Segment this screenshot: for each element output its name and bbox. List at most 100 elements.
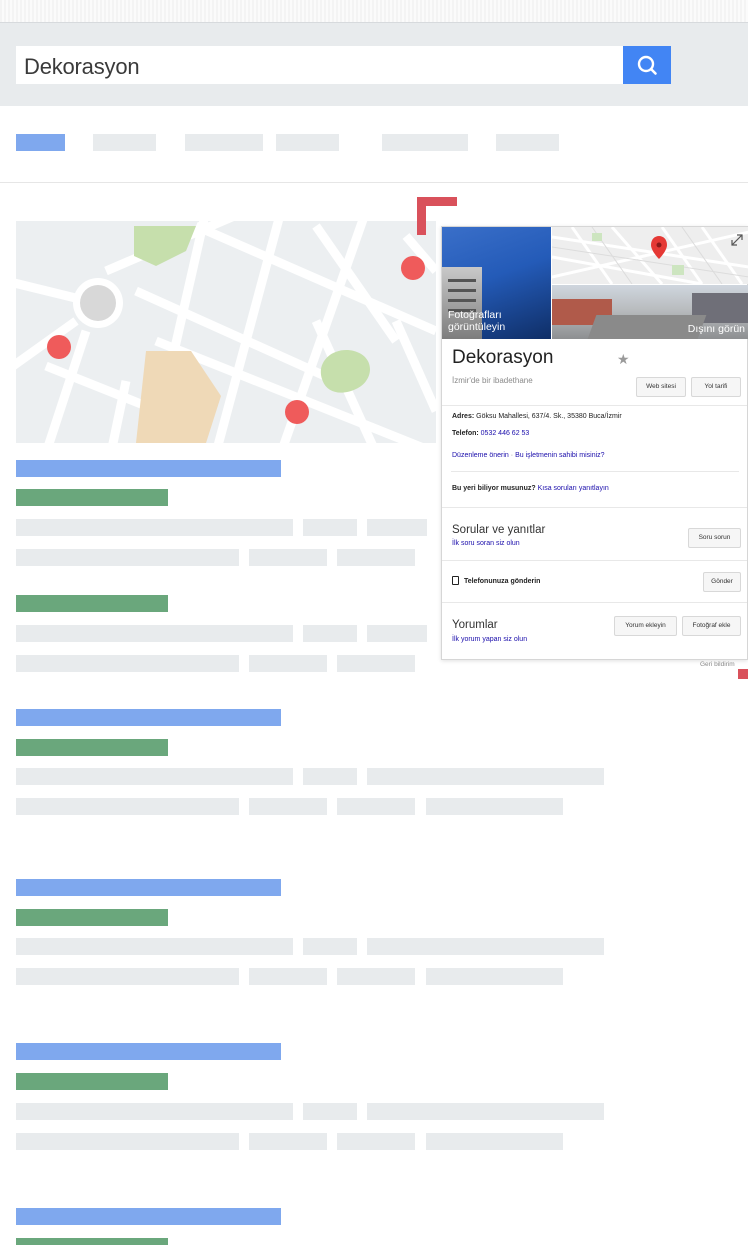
snippet-placeholder — [367, 1103, 604, 1120]
snippet-placeholder — [426, 968, 563, 985]
send-to-phone-label: Telefonunuza gönderin — [463, 578, 541, 585]
tab-all-placeholder[interactable] — [16, 134, 65, 151]
website-button[interactable]: Web sitesi — [636, 377, 686, 397]
phone-row: Telefon: 0532 446 62 53 — [452, 430, 529, 437]
snippet-placeholder — [337, 549, 415, 566]
ask-question-button[interactable]: Soru sorun — [688, 528, 741, 548]
snippet-placeholder — [426, 798, 563, 815]
tab-placeholder[interactable] — [496, 134, 559, 151]
result-url-placeholder — [16, 489, 168, 506]
snippet-placeholder — [337, 1133, 415, 1150]
know-place-row: Bu yeri biliyor musunuz? Kısa soruları y… — [452, 485, 609, 492]
search-results-page: Dekorasyon Fotoğrafları görüntüleyin Dış… — [0, 0, 748, 1245]
panel-map-thumbnail[interactable] — [552, 227, 748, 284]
snippet-placeholder — [16, 519, 293, 536]
map-graphic — [16, 221, 436, 443]
send-button[interactable]: Gönder — [703, 572, 741, 592]
reviews-link[interactable]: İlk yorum yapan siz olun — [452, 636, 527, 643]
snippet-placeholder — [426, 1133, 563, 1150]
snippet-placeholder — [16, 1103, 293, 1120]
business-knowledge-panel: Fotoğrafları görüntüleyin Dışını görün D… — [441, 226, 748, 660]
search-input[interactable]: Dekorasyon — [16, 46, 623, 84]
snippet-placeholder — [337, 655, 415, 672]
own-business-link[interactable]: Bu işletmenin sahibi misiniz? — [515, 452, 604, 459]
result-url-placeholder — [16, 595, 168, 612]
highlight-corner-bottom-right — [738, 669, 748, 679]
divider — [442, 507, 747, 508]
phone-link[interactable]: 0532 446 62 53 — [481, 430, 530, 437]
snippet-placeholder — [303, 768, 357, 785]
see-outside-caption[interactable]: Dışını görün — [688, 323, 745, 335]
snippet-placeholder — [337, 798, 415, 815]
link-separator: · — [510, 452, 514, 459]
result-title-placeholder[interactable] — [16, 1043, 281, 1060]
result-title-placeholder[interactable] — [16, 709, 281, 726]
snippet-placeholder — [16, 655, 239, 672]
snippet-placeholder — [303, 625, 357, 642]
business-name: Dekorasyon — [452, 347, 554, 368]
result-title-placeholder[interactable] — [16, 460, 281, 477]
search-button[interactable] — [623, 46, 671, 84]
address-value: Göksu Mahallesi, 637/4. Sk., 35380 Buca/… — [476, 413, 622, 420]
divider — [442, 560, 747, 561]
phone-label: Telefon: — [452, 430, 479, 437]
divider — [451, 471, 739, 472]
divider — [442, 602, 747, 603]
divider — [442, 405, 747, 406]
know-place-link[interactable]: Kısa soruları yanıtlayın — [538, 485, 609, 492]
qa-title: Sorular ve yanıtlar — [452, 524, 546, 536]
snippet-placeholder — [367, 625, 427, 642]
star-icon[interactable]: ★ — [617, 351, 630, 368]
snippet-placeholder — [303, 938, 357, 955]
search-query-text: Dekorasyon — [24, 54, 140, 79]
snippet-placeholder — [16, 549, 239, 566]
snippet-placeholder — [16, 938, 293, 955]
add-photo-button[interactable]: Fotoğraf ekle — [682, 616, 741, 636]
send-to-phone-row[interactable]: Telefonunuza gönderin — [452, 576, 540, 585]
address-row: Adres: Göksu Mahallesi, 637/4. Sk., 3538… — [452, 413, 622, 420]
business-photo[interactable]: Fotoğrafları görüntüleyin — [442, 227, 551, 339]
search-icon — [637, 55, 657, 75]
snippet-placeholder — [249, 968, 327, 985]
snippet-placeholder — [367, 938, 604, 955]
snippet-placeholder — [367, 519, 427, 536]
mini-map-graphic — [552, 227, 748, 284]
snippet-placeholder — [249, 798, 327, 815]
browser-top-strip — [0, 0, 748, 22]
view-photos-caption[interactable]: Fotoğrafları görüntüleyin — [448, 309, 551, 333]
snippet-placeholder — [16, 968, 239, 985]
result-url-placeholder — [16, 739, 168, 756]
qa-link[interactable]: İlk soru soran siz olun — [452, 540, 520, 547]
directions-button[interactable]: Yol tarifi — [691, 377, 741, 397]
map-pin-icon[interactable] — [285, 400, 309, 424]
result-url-placeholder — [16, 1238, 168, 1245]
search-header: Dekorasyon — [0, 22, 748, 106]
snippet-placeholder — [16, 768, 293, 785]
add-review-button[interactable]: Yorum ekleyin — [614, 616, 677, 636]
result-title-placeholder[interactable] — [16, 879, 281, 896]
snippet-placeholder — [367, 768, 604, 785]
business-category: İzmir'de bir ibadethane — [452, 376, 533, 385]
know-place-question: Bu yeri biliyor musunuz? — [452, 485, 536, 492]
snippet-placeholder — [249, 655, 327, 672]
snippet-placeholder — [16, 1133, 239, 1150]
result-url-placeholder — [16, 1073, 168, 1090]
tab-placeholder[interactable] — [382, 134, 468, 151]
phone-send-icon — [452, 576, 459, 585]
reviews-title: Yorumlar — [452, 619, 498, 631]
tab-placeholder[interactable] — [93, 134, 156, 151]
result-url-placeholder — [16, 909, 168, 926]
suggest-edit-link[interactable]: Düzenleme önerin — [452, 452, 509, 459]
street-view-photo[interactable]: Dışını görün — [552, 285, 748, 339]
snippet-placeholder — [16, 798, 239, 815]
map-pin-icon[interactable] — [401, 256, 425, 280]
snippet-placeholder — [249, 549, 327, 566]
tab-placeholder[interactable] — [185, 134, 263, 151]
snippet-placeholder — [249, 1133, 327, 1150]
tab-placeholder[interactable] — [276, 134, 339, 151]
result-title-placeholder[interactable] — [16, 1208, 281, 1225]
snippet-placeholder — [337, 968, 415, 985]
local-results-map[interactable] — [16, 221, 436, 443]
feedback-link[interactable]: Geri bildirim — [700, 661, 735, 668]
map-pin-icon[interactable] — [47, 335, 71, 359]
